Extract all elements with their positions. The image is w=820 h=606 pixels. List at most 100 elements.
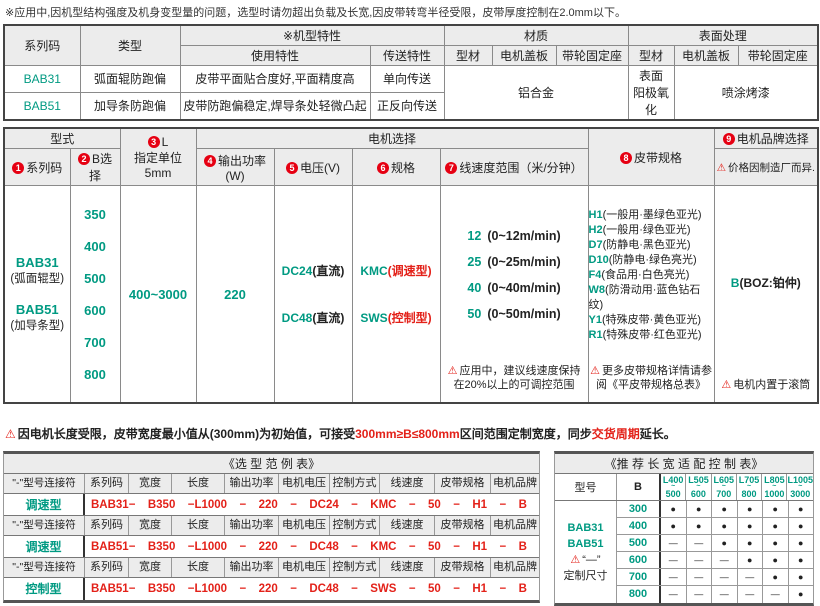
speed-50-range: (0~50m/min) (487, 301, 560, 327)
surface-profile-line1: 表面 (631, 67, 672, 84)
spec-sws-suffix: (控制型) (388, 311, 432, 325)
belt-d10-code: D10 (589, 254, 609, 266)
match-dash-legend: ⚠“—” (570, 552, 600, 568)
spec-kmc-suffix: (调速型) (388, 264, 432, 278)
cell-power: 220 (196, 186, 274, 404)
badge-6: 6 (377, 162, 389, 174)
example-row-2-label: 调速型 (4, 536, 85, 557)
order-header-brand: 9电机品牌选择 (714, 128, 818, 149)
brand-value: B(BOZ:铂仲) (731, 274, 801, 291)
spec-header-surface: 表面处理 (628, 25, 818, 46)
spec-header-cover: 电机盖板 (492, 46, 556, 66)
example-row-2-code: BAB51−B350−L1000−220−DC48−KMC−50−H1−B (85, 536, 539, 557)
bottom-tables: 《选 型 范 例 表》 "-"型号连接符系列码宽度长度输出功率电机电压控制方式线… (3, 451, 817, 606)
spec-kmc: KMC(调速型) (360, 262, 431, 279)
belt-w8-desc: (防滑动用·蓝色钻石纹) (589, 284, 701, 311)
order-header-power: 4输出功率(W) (196, 149, 274, 186)
belt-f4-code: F4 (589, 269, 602, 281)
order-header-bchoice-label: B选择 (89, 152, 112, 183)
warning-icon: ⚠ (448, 365, 458, 377)
example-row-2: 调速型 BAB51−B350−L1000−220−DC48−KMC−50−H1−… (4, 536, 539, 558)
cell-control-spec: KMC(调速型) SWS(控制型) (352, 186, 440, 404)
cell-line-speed: 12(0~12m/min) 25(0~25m/min) 40(0~40m/min… (440, 186, 588, 404)
badge-8: 8 (620, 152, 632, 164)
spec-header-profile2: 型材 (628, 46, 674, 66)
belt-y1-code: Y1 (589, 314, 602, 326)
cell-motor-brand: B(BOZ:铂仲) ⚠电机内置于滚筒 (714, 186, 818, 404)
spec-header-pulley2: 带轮固定座 (738, 46, 818, 66)
match-header-l6: L1005~3000 (787, 474, 813, 500)
belt-h1-desc: (一般用·墨绿色亚光) (603, 209, 702, 221)
speed-note-line2: 在20%以上的可调控范围 (448, 378, 581, 392)
spec-header-group-row: 系列码 类型 ※机型特性 材质 表面处理 (4, 25, 818, 46)
speed-note: ⚠应用中，建议线速度保持 在20%以上的可调控范围 (448, 364, 581, 392)
width-note-p2: 区间范围定制宽度，同步 (460, 427, 592, 441)
cell-length: 400~3000 (120, 186, 196, 404)
use-feature-bab51: 皮带防跑偏稳定,焊导条处轻微凸起 (180, 92, 370, 120)
example-row-3-code: BAB51−B350−L1000−220−DC48−SWS−50−H1−B (85, 578, 539, 600)
example-row-3-label: 控制型 (4, 578, 85, 600)
cell-series: BAB31 (弧面辊型) BAB51 (加导条型) (4, 186, 70, 404)
speed-25: 25(0~25m/min) (467, 249, 560, 275)
width-note-range: 300mm≥B≤800mm (355, 427, 460, 441)
spec-header-pulley: 带轮固定座 (556, 46, 628, 66)
badge-5: 5 (286, 162, 298, 174)
match-header-l4: L705~800 (737, 474, 762, 500)
material-value: 铝合金 (444, 66, 628, 121)
belt-d10-desc: (防静电·绿色亮光) (609, 254, 697, 266)
badge-3: 3 (148, 136, 160, 148)
voltage-dc48-suffix: (直流) (312, 311, 344, 325)
speed-50: 50(0~50m/min) (467, 301, 560, 327)
spec-kmc-code: KMC (360, 264, 387, 278)
length-range: 400~3000 (129, 287, 187, 302)
series-bab51: BAB51 (10, 302, 64, 317)
brand-suffix: (BOZ:铂仲) (739, 276, 800, 290)
match-dash-quote: “—” (582, 554, 600, 566)
order-header-spec-label: 规格 (391, 161, 415, 175)
width-limit-note: ⚠因电机长度受限，皮带宽度最小值从(300mm)为初始值，可接受300mm≥B≤… (5, 425, 817, 442)
example-row-1: 调速型 BAB31−B350−L1000−220−DC24−KMC−50−H1−… (4, 494, 539, 516)
type-bab51: 加导条防跑偏 (80, 92, 180, 120)
order-header-speed-label: 线速度范围（米/分钟） (459, 161, 582, 175)
belt-d7-code: D7 (589, 239, 603, 251)
order-header-spec: 6规格 (352, 149, 440, 186)
badge-2: 2 (78, 153, 90, 165)
voltage-dc24-code: DC24 (282, 264, 313, 278)
order-header-speed: 7线速度范围（米/分钟） (440, 149, 588, 186)
match-table: 《推 荐 长 宽 适 配 控 制 表》 型号 B L400~500 L505~6… (554, 451, 814, 606)
order-header-brand-label: 电机品牌选择 (737, 132, 809, 146)
example-table: 《选 型 范 例 表》 "-"型号连接符系列码宽度长度输出功率电机电压控制方式线… (3, 451, 540, 603)
belt-r1: R1(特殊皮带·红色亚光) (589, 328, 714, 343)
badge-4: 4 (204, 155, 216, 167)
order-header-bchoice: 2B选择 (70, 149, 120, 186)
cell-voltage: DC24(直流) DC48(直流) (274, 186, 352, 404)
speed-note-line1: 应用中，建议线速度保持 (459, 365, 580, 377)
use-feature-bab31: 皮带平面贴合度好,平面精度高 (180, 66, 370, 93)
warning-icon: ⚠ (570, 554, 580, 566)
order-header-series: 1系列码 (4, 149, 70, 186)
warning-icon: ⚠ (5, 427, 16, 441)
speed-40: 40(0~40m/min) (467, 275, 560, 301)
example-table-title: 《选 型 范 例 表》 (4, 454, 539, 474)
speed-25-value: 25 (467, 249, 481, 275)
badge-9: 9 (723, 133, 735, 145)
belt-d10: D10(防静电·绿色亮光) (589, 253, 714, 268)
match-model-bab51: BAB51 (567, 536, 603, 552)
match-model-label: BAB31 BAB51 ⚠“—” 定制尺寸 (555, 501, 617, 603)
transfer-bab31: 单向传送 (370, 66, 444, 93)
example-header-row-1: "-"型号连接符系列码宽度长度输出功率电机电压控制方式线速度皮带规格电机品牌 (4, 474, 539, 494)
belt-y1: Y1(特殊皮带·黄色亚光) (589, 313, 714, 328)
speed-40-value: 40 (467, 275, 481, 301)
order-header-brand-note-text: 价格因制造厂而异. (728, 162, 815, 174)
b-options-list: 350400500600700800 (84, 207, 106, 382)
belt-d7: D7(防静电·黑色亚光) (589, 238, 714, 253)
order-table: 型式 3L 指定单位5mm 电机选择 8皮带规格 9电机品牌选择 1系列码 2B… (3, 127, 819, 404)
spec-header-series: 系列码 (4, 25, 80, 66)
match-header-model: 型号 (555, 474, 617, 500)
badge-1: 1 (12, 162, 24, 174)
order-header-model: 型式 (4, 128, 120, 149)
speed-40-range: (0~40m/min) (487, 275, 560, 301)
spec-header-profile: 型材 (444, 46, 492, 66)
width-note-delivery: 交货周期 (592, 427, 640, 441)
belt-y1-desc: (特殊皮带·黄色亚光) (602, 314, 701, 326)
